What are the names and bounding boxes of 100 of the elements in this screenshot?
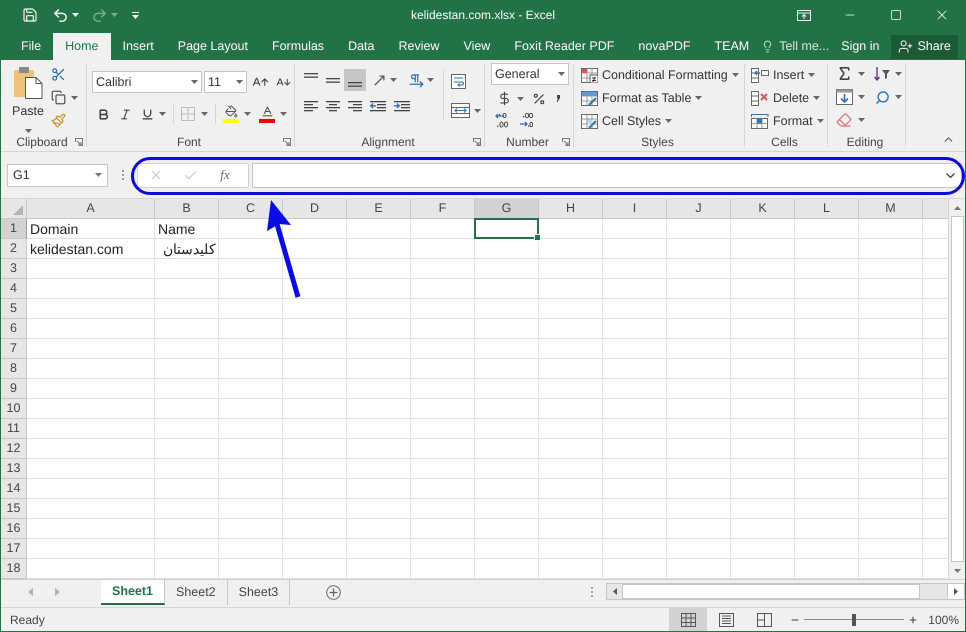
underline-icon[interactable]	[141, 108, 154, 120]
ribbon-tab[interactable]: novaPDF	[626, 33, 702, 60]
ribbon-tab[interactable]: Formulas	[260, 33, 336, 60]
caret-icon[interactable]	[895, 72, 902, 76]
ribbon-tab[interactable]: View	[451, 33, 502, 60]
column-header[interactable]: F	[411, 199, 475, 219]
share-button[interactable]: Share	[891, 34, 958, 58]
comma-icon[interactable]	[556, 95, 560, 102]
scroll-thumb[interactable]	[622, 584, 920, 599]
tell-me-button[interactable]: Tell me...	[761, 37, 830, 56]
save-icon[interactable]	[22, 7, 38, 23]
caret-icon[interactable]	[390, 78, 397, 82]
row-header[interactable]: 16	[1, 519, 27, 539]
font-name-field[interactable]: Calibri	[92, 71, 202, 93]
cells-cross-icon[interactable]	[751, 90, 769, 106]
vertical-align-button[interactable]	[344, 69, 366, 91]
caret-icon[interactable]	[280, 112, 287, 116]
name-box[interactable]: G1	[7, 164, 108, 186]
vertical-scrollbar[interactable]	[948, 199, 965, 579]
row-header[interactable]: 13	[1, 459, 27, 479]
row-header[interactable]: 12	[1, 439, 27, 459]
align-right-icon[interactable]	[348, 101, 362, 112]
insert-function-button[interactable]: fx	[210, 165, 240, 185]
sign-in-link[interactable]: Sign in	[841, 37, 880, 56]
diagonal-arrow-icon[interactable]	[372, 72, 387, 88]
pilcrow-arrow-icon[interactable]	[409, 72, 424, 88]
up-triangle-icon[interactable]	[954, 206, 960, 210]
caret-icon[interactable]	[244, 112, 251, 116]
ribbon-tab[interactable]: Insert	[110, 33, 166, 60]
percent-icon[interactable]	[532, 92, 546, 106]
number-format-field[interactable]: General	[491, 63, 569, 85]
caret-icon[interactable]	[24, 128, 32, 133]
italic-icon[interactable]	[119, 108, 132, 120]
left-triangle-icon[interactable]	[612, 588, 616, 595]
styles-menu-button[interactable]: Conditional Formatting	[581, 65, 744, 85]
cells-arrow-icon[interactable]	[751, 68, 769, 82]
caret-icon[interactable]	[236, 80, 243, 84]
row-header[interactable]: 17	[1, 539, 27, 559]
circle-plus-icon[interactable]	[326, 584, 342, 600]
row-header[interactable]: 9	[1, 379, 27, 399]
ribbon-tab[interactable]: Data	[336, 33, 386, 60]
grid-ruler-icon[interactable]	[751, 114, 769, 128]
row-header[interactable]: 14	[1, 479, 27, 499]
caret-icon[interactable]	[895, 95, 902, 99]
row-header[interactable]: 7	[1, 339, 27, 359]
align-center-icon[interactable]	[326, 101, 340, 112]
horizontal-scrollbar[interactable]	[606, 583, 965, 600]
fill-handle[interactable]	[534, 234, 541, 241]
formula-input[interactable]	[252, 162, 962, 188]
styles-menu-button[interactable]: Cell Styles	[581, 111, 744, 131]
ribbon-tab[interactable]: Review	[386, 33, 452, 60]
font-size-field[interactable]: 11	[204, 71, 247, 93]
paste-button[interactable]: Paste	[11, 66, 45, 133]
undo-icon[interactable]	[52, 6, 69, 24]
scroll-thumb[interactable]	[950, 216, 964, 562]
copy-icon[interactable]	[51, 90, 66, 105]
caret-icon[interactable]	[427, 78, 434, 82]
corner-arrow-icon[interactable]	[562, 138, 570, 146]
ribbon-tab[interactable]: Home	[53, 33, 110, 60]
line-caret-icon[interactable]	[132, 12, 139, 18]
corner-arrow-icon[interactable]	[283, 138, 292, 146]
row-header[interactable]: 5	[1, 299, 27, 319]
sheet-tab[interactable]: Sheet2	[165, 580, 228, 605]
sheet-tab[interactable]: Sheet3	[228, 580, 290, 605]
caret-icon[interactable]	[191, 80, 198, 84]
dollar-icon[interactable]	[497, 91, 512, 106]
corner-arrow-icon[interactable]	[473, 138, 481, 146]
ribbon-tab[interactable]: Foxit Reader PDF	[502, 33, 626, 60]
indent-right-arrow-icon[interactable]	[394, 101, 410, 112]
column-header[interactable]: E	[347, 199, 411, 219]
column-header[interactable]: L	[795, 199, 859, 219]
chevron-down-icon[interactable]	[946, 172, 955, 178]
clipboard-icon[interactable]	[13, 66, 43, 99]
cells-menu-button[interactable]: Insert	[751, 65, 827, 85]
caret-icon[interactable]	[858, 118, 865, 122]
column-header[interactable]: A	[27, 199, 155, 219]
row-header[interactable]: 3	[1, 259, 27, 279]
align-left-icon[interactable]	[304, 101, 318, 112]
row-header[interactable]: 8	[1, 359, 27, 379]
column-header[interactable]: D	[283, 199, 347, 219]
ribbon-tab[interactable]: File	[9, 33, 54, 60]
double-arrow-box-icon[interactable]	[451, 103, 470, 118]
caret-icon[interactable]	[95, 173, 102, 177]
column-header[interactable]: J	[667, 199, 731, 219]
row-header[interactable]: 6	[1, 319, 27, 339]
view-button[interactable]	[669, 608, 708, 631]
search-icon[interactable]	[875, 90, 890, 104]
caret-icon[interactable]	[732, 73, 739, 77]
row-header[interactable]: 11	[1, 419, 27, 439]
grid-brush-icon[interactable]	[581, 114, 598, 128]
corner-arrow-icon[interactable]	[75, 138, 83, 146]
caret-icon[interactable]	[71, 96, 78, 100]
row-header[interactable]: 10	[1, 399, 27, 419]
decimal-left-arrow-icon[interactable]	[495, 113, 509, 128]
align-bottom-icon[interactable]	[348, 82, 362, 87]
cells-menu-button[interactable]: Delete	[751, 88, 827, 108]
slider-thumb[interactable]	[852, 614, 856, 626]
row-header[interactable]: 1	[1, 219, 27, 239]
caret-icon[interactable]	[201, 112, 208, 116]
column-header[interactable]: G	[475, 199, 539, 219]
